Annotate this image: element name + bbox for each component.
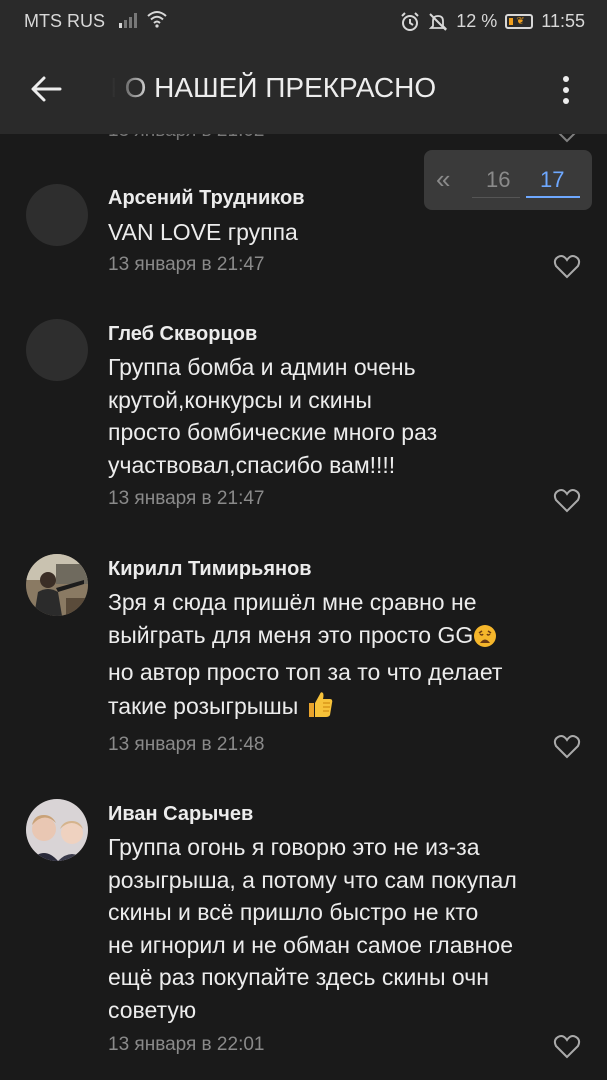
pager-page-16[interactable]: 16 [486,167,510,193]
comment-author[interactable]: Кирилл Тимирьянов [108,558,312,581]
battery-percent: 12 % [456,11,498,31]
status-bar: MTS RUS 12 % ❦ 11:55 [0,0,607,44]
pager-active-underline [526,196,580,198]
comment-author[interactable]: Иван Сарычев [108,803,253,826]
carrier-name: MTS RUS [24,11,105,31]
pager-page-17-current[interactable]: 17 [540,167,564,193]
comment-text: VAN LOVE группа [108,219,298,245]
comment-time: 13 января в 21:47 [108,254,265,275]
comment-text: Зря я сюда пришёл мне сравно не выйграть… [108,586,578,727]
app-bar: Ы О НАШЕЙ ПРЕКРАСНО [0,44,607,134]
comment-time: 13 января в 22:01 [108,1034,265,1055]
avatar[interactable] [26,184,88,246]
more-menu-icon[interactable] [554,72,578,108]
avatar[interactable] [26,799,88,861]
thumbs-up-icon [305,689,335,728]
pager-prev-button[interactable]: « [436,164,450,195]
comment-text: Группа огонь я говорю это не из-за розыг… [108,834,517,1023]
avatar[interactable] [26,554,88,616]
battery-icon: ❦ [505,14,534,29]
heart-icon[interactable] [553,254,581,280]
comment-author[interactable]: Арсений Трудников [108,187,305,210]
heart-icon[interactable] [553,1034,581,1060]
comment-text: Группа бомба и админ очень крутой,конкур… [108,354,438,478]
mute-bell-icon [428,12,448,32]
weary-face-icon [473,624,497,657]
signal-icon [118,12,140,28]
avatar-photo [26,554,88,616]
heart-icon[interactable] [554,134,580,144]
previous-comment-time: 13 января в 21:02 [108,134,264,142]
alarm-icon [400,11,420,32]
heart-icon[interactable] [553,488,581,514]
avatar-photo [26,799,88,861]
comments-list[interactable]: 13 января в 21:02 Арсений Трудников VAN … [0,134,607,1080]
wifi-icon [146,10,168,28]
clock: 11:55 [541,11,585,31]
comment-time: 13 января в 21:47 [108,488,265,509]
comment-author[interactable]: Глеб Скворцов [108,323,257,346]
page-title: Ы О НАШЕЙ ПРЕКРАСНО [112,72,437,103]
comment-time: 13 января в 21:48 [108,734,265,755]
avatar[interactable] [26,319,88,381]
pager-underline [472,197,520,198]
heart-icon[interactable] [553,734,581,760]
comment-pager: « 16 17 [424,150,592,210]
back-arrow-icon[interactable] [28,71,64,107]
